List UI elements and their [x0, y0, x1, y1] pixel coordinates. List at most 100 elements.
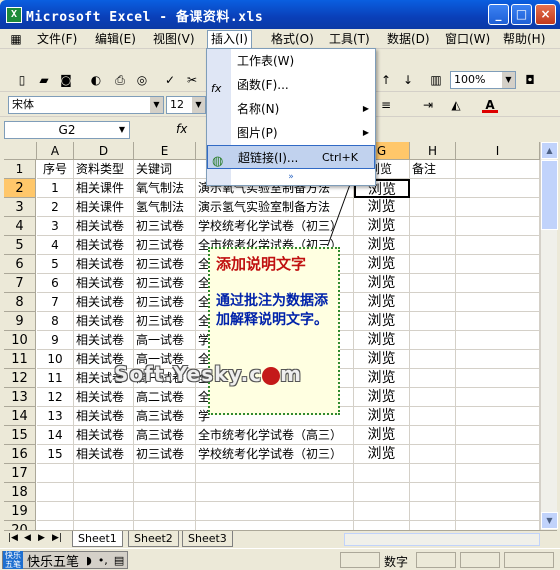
cell-keyword[interactable]: 高三试卷: [134, 407, 196, 426]
cell-empty[interactable]: [456, 521, 540, 530]
cell-seq[interactable]: 15: [37, 445, 74, 464]
next-sheet-icon[interactable]: ▶: [38, 533, 45, 543]
keyboard-icon[interactable]: ▤: [111, 554, 127, 567]
cell-type[interactable]: 相关试卷: [74, 331, 134, 350]
chevron-down-icon[interactable]: ▼: [150, 97, 163, 113]
font-size-combo[interactable]: 12 ▼: [166, 96, 206, 114]
row-header[interactable]: 19: [4, 502, 36, 521]
cell-empty[interactable]: [456, 293, 540, 312]
cell-seq[interactable]: 7: [37, 293, 74, 312]
cell-type[interactable]: 相关试卷: [74, 388, 134, 407]
row-header[interactable]: 17: [4, 464, 36, 483]
cell-empty[interactable]: [456, 369, 540, 388]
cell-empty[interactable]: [456, 160, 540, 179]
cell-keyword[interactable]: 氢气制法: [134, 198, 196, 217]
cell-type[interactable]: [74, 502, 134, 521]
cell-browse[interactable]: 浏览: [354, 350, 410, 369]
cell-browse[interactable]: [354, 464, 410, 483]
menu-item-picture[interactable]: 图片(P) ▶: [207, 121, 375, 145]
workbook-icon[interactable]: ▦: [8, 31, 24, 47]
row-header[interactable]: 7: [4, 274, 36, 293]
col-header-a[interactable]: A: [37, 142, 74, 160]
row-header[interactable]: 8: [4, 293, 36, 312]
cell-keyword[interactable]: 高三试卷: [134, 426, 196, 445]
cell-note[interactable]: [410, 274, 456, 293]
row-header[interactable]: 20: [4, 521, 36, 530]
menu-item-hyperlink[interactable]: ◍ 超链接(I)... Ctrl+K: [207, 145, 375, 169]
scroll-thumb[interactable]: [541, 160, 558, 230]
cell-empty[interactable]: [456, 445, 540, 464]
font-combo[interactable]: 宋体 ▼: [8, 96, 164, 114]
scroll-up-icon[interactable]: ▲: [541, 142, 558, 159]
cell-keyword[interactable]: 初三试卷: [134, 236, 196, 255]
first-sheet-icon[interactable]: |◀: [8, 533, 18, 543]
cell-note[interactable]: [410, 407, 456, 426]
cell-browse[interactable]: 浏览: [354, 236, 410, 255]
cell-seq[interactable]: 2: [37, 198, 74, 217]
cell-type[interactable]: 相关课件: [74, 179, 134, 198]
cell-type[interactable]: 相关试卷: [74, 236, 134, 255]
cell-keyword[interactable]: [134, 483, 196, 502]
cell-note[interactable]: [410, 502, 456, 521]
cell-type[interactable]: 相关试卷: [74, 255, 134, 274]
menu-window[interactable]: 窗口(W): [442, 31, 493, 47]
row-header[interactable]: 2: [4, 179, 36, 198]
cell-type[interactable]: 相关试卷: [74, 445, 134, 464]
cell-comment[interactable]: 添加说明文字 通过批注为数据添加解释说明文字。: [208, 247, 340, 415]
menu-view[interactable]: 视图(V): [150, 31, 198, 47]
cell-keyword[interactable]: 初三试卷: [134, 217, 196, 236]
header-cell[interactable]: 资料类型: [74, 160, 134, 179]
cell-description[interactable]: [196, 502, 354, 521]
cell-empty[interactable]: [456, 312, 540, 331]
cell-empty[interactable]: [456, 502, 540, 521]
print-icon[interactable]: ⎙: [112, 72, 128, 88]
ime-toolbar[interactable]: 快乐 五笔 快乐五笔 ◗ •, ▤: [2, 551, 129, 570]
cell-browse[interactable]: 浏览: [354, 217, 410, 236]
cell-browse[interactable]: 浏览: [354, 312, 410, 331]
cell-seq[interactable]: 3: [37, 217, 74, 236]
cell-description[interactable]: [196, 464, 354, 483]
cell-note[interactable]: [410, 521, 456, 530]
cell-description[interactable]: 学校统考化学试卷（初三）: [196, 445, 354, 464]
cell-seq[interactable]: 14: [37, 426, 74, 445]
menu-item-worksheet[interactable]: 工作表(W): [207, 49, 375, 73]
cell-note[interactable]: [410, 293, 456, 312]
col-header-h[interactable]: H: [410, 142, 456, 160]
cell-description[interactable]: [196, 521, 354, 530]
cell-browse[interactable]: 浏览: [354, 255, 410, 274]
cell-note[interactable]: [410, 464, 456, 483]
cell-description[interactable]: 全市统考化学试卷（高三）: [196, 426, 354, 445]
cell-note[interactable]: [410, 217, 456, 236]
indent-icon[interactable]: ⇥: [420, 97, 436, 113]
row-header[interactable]: 18: [4, 483, 36, 502]
cell-empty[interactable]: [456, 255, 540, 274]
cell-seq[interactable]: 6: [37, 274, 74, 293]
cell-empty[interactable]: [456, 388, 540, 407]
open-icon[interactable]: ▰: [36, 72, 52, 88]
print-preview-icon[interactable]: ◎: [134, 72, 150, 88]
menu-edit[interactable]: 编辑(E): [92, 31, 139, 47]
cell-note[interactable]: [410, 331, 456, 350]
cell-note[interactable]: [410, 388, 456, 407]
row-header[interactable]: 11: [4, 350, 36, 369]
cell-keyword[interactable]: [134, 502, 196, 521]
menu-item-name[interactable]: 名称(N) ▶: [207, 97, 375, 121]
cell-browse[interactable]: 浏览: [354, 388, 410, 407]
row-header[interactable]: 4: [4, 217, 36, 236]
row-header[interactable]: 12: [4, 369, 36, 388]
cell-seq[interactable]: 9: [37, 331, 74, 350]
moon-icon[interactable]: ◗: [83, 554, 95, 567]
cell-description[interactable]: 演示氢气实验室制备方法: [196, 198, 354, 217]
cell-browse[interactable]: 浏览: [354, 407, 410, 426]
cell-browse[interactable]: 浏览: [354, 274, 410, 293]
punctuation-icon[interactable]: •,: [95, 554, 111, 567]
cell-note[interactable]: [410, 426, 456, 445]
cell-keyword[interactable]: [134, 464, 196, 483]
cell-note[interactable]: [410, 312, 456, 331]
cell-type[interactable]: 相关试卷: [74, 293, 134, 312]
cell-empty[interactable]: [456, 179, 540, 198]
cell-seq[interactable]: 13: [37, 407, 74, 426]
cell-browse[interactable]: 浏览: [354, 426, 410, 445]
horizontal-scrollbar[interactable]: [344, 533, 540, 546]
row-header[interactable]: 16: [4, 445, 36, 464]
